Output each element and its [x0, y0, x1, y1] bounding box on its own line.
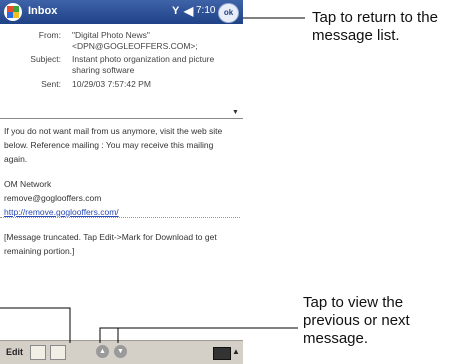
callout-bracket-nav [99, 327, 119, 343]
callout-line-left [0, 307, 71, 343]
callout-return-to-list: Tap to return to the message list. [312, 9, 438, 44]
callout-prev-next: Tap to view the previous or next message… [303, 294, 410, 347]
